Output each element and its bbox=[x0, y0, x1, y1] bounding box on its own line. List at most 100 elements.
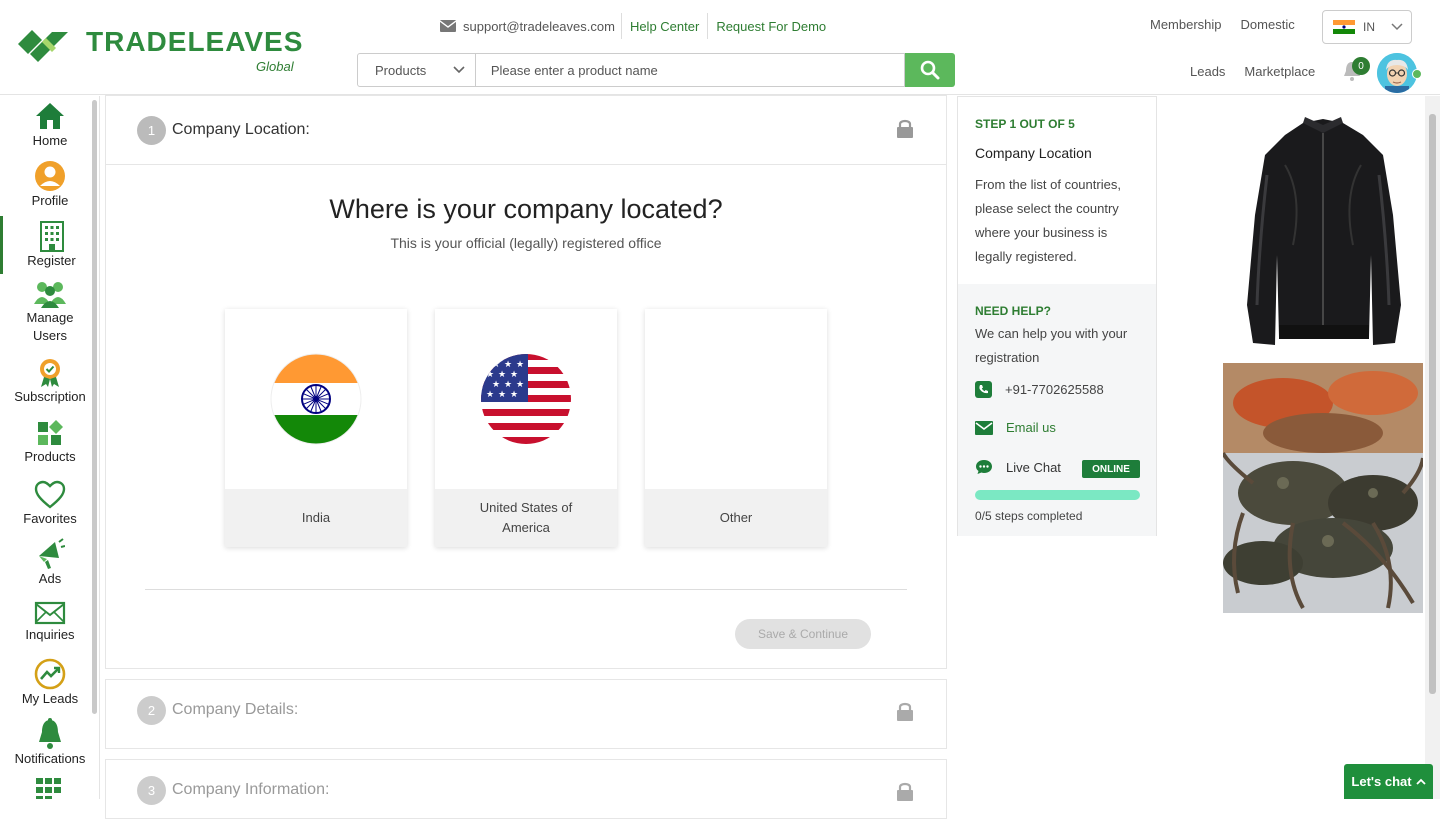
sidebar-item-profile[interactable]: Profile bbox=[0, 160, 100, 208]
registration-info-card: STEP 1 OUT OF 5 Company Location From th… bbox=[957, 96, 1157, 536]
help-section: NEED HELP? We can help you with your reg… bbox=[958, 284, 1156, 536]
logo-subtitle: Global bbox=[256, 59, 294, 74]
country-option-india[interactable]: India bbox=[225, 309, 407, 547]
svg-text:★: ★ bbox=[498, 390, 506, 400]
help-text: We can help you with your registration bbox=[975, 326, 1128, 365]
mail-icon bbox=[440, 20, 456, 32]
step-title: Company Details: bbox=[172, 701, 299, 718]
sidebar-scrollbar[interactable] bbox=[92, 100, 97, 714]
search-button[interactable] bbox=[905, 53, 955, 87]
envelope-icon bbox=[34, 601, 66, 625]
marketplace-link[interactable]: Marketplace bbox=[1244, 64, 1315, 79]
steps-progress-bar bbox=[975, 490, 1140, 500]
scrollbar-thumb[interactable] bbox=[1429, 114, 1436, 694]
lets-chat-label: Let's chat bbox=[1351, 774, 1412, 789]
step-panel-company-information[interactable]: 3 Company Information: bbox=[105, 759, 947, 819]
ad-banner-jacket[interactable] bbox=[1223, 105, 1423, 355]
request-demo-link[interactable]: Request For Demo bbox=[708, 13, 834, 39]
india-flag-icon bbox=[1333, 20, 1355, 34]
step-number: 1 bbox=[137, 115, 166, 145]
country-select[interactable]: IN bbox=[1322, 10, 1412, 44]
step-panel-company-details[interactable]: 2 Company Details: bbox=[105, 679, 947, 749]
step-title: Company Information: bbox=[172, 781, 330, 798]
location-subtitle: This is your official (legally) register… bbox=[390, 235, 662, 251]
sidebar-item-register[interactable]: Register bbox=[0, 216, 100, 274]
support-email-link[interactable]: support@tradeleaves.com bbox=[440, 13, 622, 39]
flag-area bbox=[225, 309, 407, 489]
svg-text:★: ★ bbox=[492, 360, 500, 370]
search-input[interactable] bbox=[475, 53, 906, 87]
save-continue-button[interactable]: Save & Continue bbox=[735, 619, 871, 649]
online-badge: ONLINE bbox=[1082, 460, 1140, 478]
help-phone-number: +91-7702625588 bbox=[1005, 382, 1104, 397]
svg-text:★: ★ bbox=[486, 370, 494, 380]
top-links: support@tradeleaves.com Help Center Requ… bbox=[440, 13, 834, 39]
megaphone-icon bbox=[39, 538, 65, 569]
help-center-link[interactable]: Help Center bbox=[622, 13, 709, 39]
help-live-chat[interactable]: Live Chat bbox=[975, 459, 1061, 475]
sidebar-item-manage-users[interactable]: Manage Users bbox=[0, 280, 100, 345]
help-phone[interactable]: +91-7702625588 bbox=[975, 381, 1104, 398]
sidebar-item-my-leads[interactable]: My Leads bbox=[0, 658, 100, 706]
country-option-label: United States of America bbox=[435, 489, 617, 547]
info-title: Company Location bbox=[975, 145, 1092, 161]
svg-text:★: ★ bbox=[516, 380, 524, 390]
svg-text:★: ★ bbox=[510, 370, 518, 380]
sidebar-item-home[interactable]: Home bbox=[0, 100, 100, 148]
sidebar-item-label: Profile bbox=[31, 193, 69, 208]
search-category-select[interactable]: Products bbox=[357, 53, 476, 87]
step-number: 2 bbox=[137, 695, 166, 725]
lock-icon bbox=[897, 702, 913, 721]
country-option-usa[interactable]: ★ ★ ★ ★ ★ ★ ★ ★ ★ ★ ★ ★ United States of America bbox=[435, 309, 617, 547]
sidebar-item-label: Notifications bbox=[14, 751, 86, 766]
sidebar-item-label: Manage Users bbox=[26, 310, 74, 343]
logo-icon[interactable] bbox=[16, 24, 70, 62]
svg-text:★: ★ bbox=[486, 390, 494, 400]
chevron-down-icon bbox=[1391, 23, 1403, 31]
header: TRADELEAVES Global support@tradeleaves.c… bbox=[0, 0, 1440, 95]
logo-text[interactable]: TRADELEAVES bbox=[86, 26, 303, 58]
sidebar-item-ads[interactable]: Ads bbox=[0, 538, 100, 586]
leads-icon bbox=[34, 658, 66, 690]
profile-icon bbox=[35, 161, 65, 191]
help-email[interactable]: Email us bbox=[975, 420, 1056, 435]
help-live-chat-label: Live Chat bbox=[1006, 459, 1061, 475]
membership-link[interactable]: Membership bbox=[1150, 17, 1222, 32]
step-header[interactable]: 1 Company Location: bbox=[106, 96, 946, 165]
notification-count-badge: 0 bbox=[1352, 57, 1370, 75]
heart-icon bbox=[34, 480, 66, 509]
lock-icon bbox=[897, 782, 913, 801]
sidebar-item-label: Register bbox=[27, 253, 76, 268]
lock-icon bbox=[897, 119, 913, 138]
location-question: Where is your company located? bbox=[329, 194, 723, 224]
sidebar-item-favorites[interactable]: Favorites bbox=[0, 480, 100, 526]
country-option-other[interactable]: Other bbox=[645, 309, 827, 547]
crabs-image bbox=[1223, 363, 1423, 613]
lets-chat-button[interactable]: Let's chat bbox=[1344, 764, 1433, 799]
page-scrollbar[interactable] bbox=[1425, 96, 1440, 799]
domestic-link[interactable]: Domestic bbox=[1241, 17, 1295, 32]
sidebar-item-label: Favorites bbox=[23, 511, 77, 526]
ad-banner-crabs[interactable] bbox=[1223, 363, 1423, 613]
products-icon bbox=[38, 420, 63, 445]
leather-jacket-image bbox=[1247, 117, 1401, 345]
sidebar-item-label: Home bbox=[32, 133, 68, 148]
sidebar-item-label: Ads bbox=[38, 571, 62, 586]
step-panel-company-location: 1 Company Location: Where is your compan… bbox=[105, 95, 947, 669]
flag-area: ★ ★ ★ ★ ★ ★ ★ ★ ★ ★ ★ ★ bbox=[435, 309, 617, 489]
sidebar-item-subscription[interactable]: Subscription bbox=[0, 358, 100, 404]
grid-icon[interactable] bbox=[36, 778, 62, 799]
search-category-label: Products bbox=[375, 62, 427, 78]
svg-text:★: ★ bbox=[516, 360, 524, 370]
flag-area bbox=[645, 309, 827, 489]
leads-link[interactable]: Leads bbox=[1190, 64, 1225, 79]
bell-icon bbox=[39, 718, 61, 749]
user-avatar-icon bbox=[1377, 53, 1417, 93]
building-icon bbox=[39, 221, 64, 252]
sidebar-item-inquiries[interactable]: Inquiries bbox=[0, 600, 100, 642]
chevron-up-icon bbox=[1415, 778, 1426, 785]
avatar[interactable] bbox=[1377, 53, 1417, 93]
sidebar-item-notifications[interactable]: Notifications bbox=[0, 718, 100, 766]
phone-icon bbox=[975, 381, 992, 398]
sidebar-item-products[interactable]: Products bbox=[0, 420, 100, 464]
